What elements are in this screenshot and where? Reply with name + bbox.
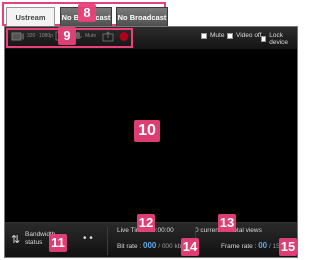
bitrate-value: 000 <box>143 241 157 250</box>
option-mute[interactable]: Mute <box>201 32 224 39</box>
video-preview-area[interactable] <box>5 49 297 237</box>
callout-11: 11 <box>49 234 67 252</box>
toolbar-item-mute: Mute <box>85 33 97 39</box>
tab-no-broadcast-2[interactable]: No Broadcast <box>116 7 168 27</box>
option-video-off-label: Video off <box>236 32 262 39</box>
option-lock-device[interactable]: Lock device <box>261 32 297 46</box>
bandwidth-dots-icon: • • <box>83 233 93 244</box>
toolbar-item-320: 320 <box>27 33 36 39</box>
bitrate-readout: Bit rate : 000 / 000 kbps <box>117 241 188 250</box>
callout-9: 9 <box>58 27 76 45</box>
video-off-checkbox[interactable] <box>227 32 233 39</box>
lock-device-checkbox[interactable] <box>261 36 267 42</box>
bitrate-label: Bit rate : <box>117 243 142 250</box>
callout-10: 10 <box>134 120 160 142</box>
option-mute-label: Mute <box>210 32 225 39</box>
framerate-readout: Frame rate : 00 / 15 <box>221 241 280 250</box>
option-lock-device-label: Lock device <box>269 32 289 46</box>
framerate-value: 00 <box>258 241 268 250</box>
camera-icon[interactable] <box>11 31 25 42</box>
player-toolbar: 320 1080p Mute Mute Video off Lock devic… <box>5 27 297 50</box>
callout-8: 8 <box>78 4 96 22</box>
callout-12: 12 <box>137 214 155 232</box>
callout-15: 15 <box>279 238 297 256</box>
record-icon[interactable] <box>117 31 131 42</box>
footer-divider <box>107 227 108 255</box>
framerate-label: Frame rate : <box>221 243 257 250</box>
share-icon[interactable] <box>101 31 115 42</box>
callout-13: 13 <box>218 214 236 232</box>
option-video-off[interactable]: Video off <box>227 32 261 39</box>
callout-14: 14 <box>181 238 199 256</box>
tab-ustream[interactable]: Ustream <box>6 7 55 27</box>
toolbar-item-resolution[interactable]: 1080p <box>39 33 53 39</box>
bandwidth-arrows-icon: ⇅ <box>11 234 21 246</box>
mute-checkbox[interactable] <box>201 32 207 39</box>
